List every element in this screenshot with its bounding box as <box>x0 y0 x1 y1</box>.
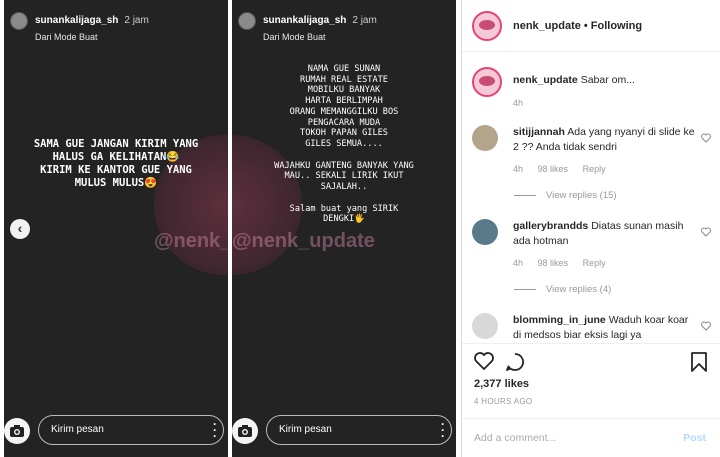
add-comment-input[interactable]: Add a comment... <box>474 432 556 444</box>
post-username[interactable]: nenk_update <box>513 20 581 32</box>
avatar[interactable] <box>472 125 498 151</box>
story-time: 2 jam <box>124 15 149 26</box>
story-panel-1: @nenk_update sunankalijaga_sh 2 jam Dari … <box>4 0 228 457</box>
story-footer: Kirim pesan · · · <box>232 413 456 447</box>
comments-list[interactable]: nenk_update Sabar om... 4h sitijjannah A… <box>462 53 720 343</box>
story-username[interactable]: sunankalijaga_sh <box>35 15 118 26</box>
camera-icon <box>10 425 24 437</box>
comment-time: 4h <box>513 164 524 174</box>
story-subtitle: Dari Mode Buat <box>263 32 326 42</box>
watermark-text: @nenk_update <box>232 230 375 252</box>
avatar[interactable] <box>472 219 498 245</box>
story-text: SAMA GUE JANGAN KIRIM YANG HALUS GA KELI… <box>33 138 199 190</box>
caption-username[interactable]: nenk_update <box>513 74 578 86</box>
post-button[interactable]: Post <box>683 432 706 444</box>
likes-count[interactable]: 2,377 likes <box>474 378 529 390</box>
reply-button[interactable]: Reply <box>583 258 606 268</box>
follow-status[interactable]: • Following <box>584 20 642 32</box>
heart-icon[interactable] <box>701 227 711 237</box>
comment-username[interactable]: blomming_in_june <box>513 314 606 326</box>
message-input[interactable]: Kirim pesan · · · <box>266 415 452 445</box>
story-header: sunankalijaga_sh 2 jam Dari Mode Buat <box>238 10 377 42</box>
comment-username[interactable]: sitijjannah <box>513 126 565 138</box>
comment-likes[interactable]: 98 likes <box>538 164 569 174</box>
previous-arrow-icon[interactable]: ‹ <box>10 219 30 239</box>
story-text: NAMA GUE SUNAN RUMAH REAL ESTATE MOBILKU… <box>274 64 414 225</box>
avatar[interactable] <box>10 12 28 30</box>
story-header: sunankalijaga_sh 2 jam Dari Mode Buat <box>10 10 149 42</box>
heart-icon[interactable] <box>701 133 711 143</box>
avatar[interactable] <box>472 313 498 339</box>
like-heart-icon[interactable] <box>474 352 494 370</box>
story-username[interactable]: sunankalijaga_sh <box>263 15 346 26</box>
message-input[interactable]: Kirim pesan · · · <box>38 415 224 445</box>
add-comment-bar: Add a comment... Post <box>462 418 720 457</box>
bookmark-icon[interactable] <box>691 352 707 372</box>
avatar[interactable] <box>472 67 502 97</box>
avatar[interactable] <box>472 10 502 41</box>
camera-icon <box>238 425 252 437</box>
message-placeholder: Kirim pesan <box>279 424 332 435</box>
story-footer: Kirim pesan · · · <box>4 413 228 447</box>
comment-username[interactable]: gallerybrandds <box>513 220 588 232</box>
post-timestamp: 4 HOURS AGO <box>474 397 533 406</box>
more-options-icon[interactable]: · · · <box>213 418 217 442</box>
comment-time: 4h <box>513 258 524 268</box>
avatar[interactable] <box>238 12 256 30</box>
watermark-text: @nenk_update <box>154 230 228 252</box>
comment-likes[interactable]: 98 likes <box>538 258 569 268</box>
message-placeholder: Kirim pesan <box>51 424 104 435</box>
view-replies-button[interactable]: View replies (15) <box>514 190 617 201</box>
camera-button[interactable] <box>232 418 258 444</box>
reply-button[interactable]: Reply <box>583 164 606 174</box>
story-subtitle: Dari Mode Buat <box>35 32 98 42</box>
more-options-icon[interactable]: · · · <box>441 418 445 442</box>
post-header: nenk_update • Following <box>462 0 720 52</box>
comment-item: blomming_in_june Waduh koar koar di meds… <box>472 313 717 343</box>
camera-button[interactable] <box>4 418 30 444</box>
story-panel-2: @nenk_update sunankalijaga_sh 2 jam Dari … <box>232 0 456 457</box>
comment-icon[interactable] <box>505 352 525 372</box>
heart-icon[interactable] <box>701 321 711 331</box>
caption: nenk_update Sabar om... 4h <box>472 67 717 127</box>
story-time: 2 jam <box>352 15 377 26</box>
action-bar <box>462 343 720 379</box>
view-replies-button[interactable]: View replies (4) <box>514 284 611 295</box>
post-panel: nenk_update • Following nenk_update Saba… <box>461 0 720 457</box>
caption-text: Sabar om... <box>580 74 635 86</box>
caption-time: 4h <box>513 98 524 108</box>
